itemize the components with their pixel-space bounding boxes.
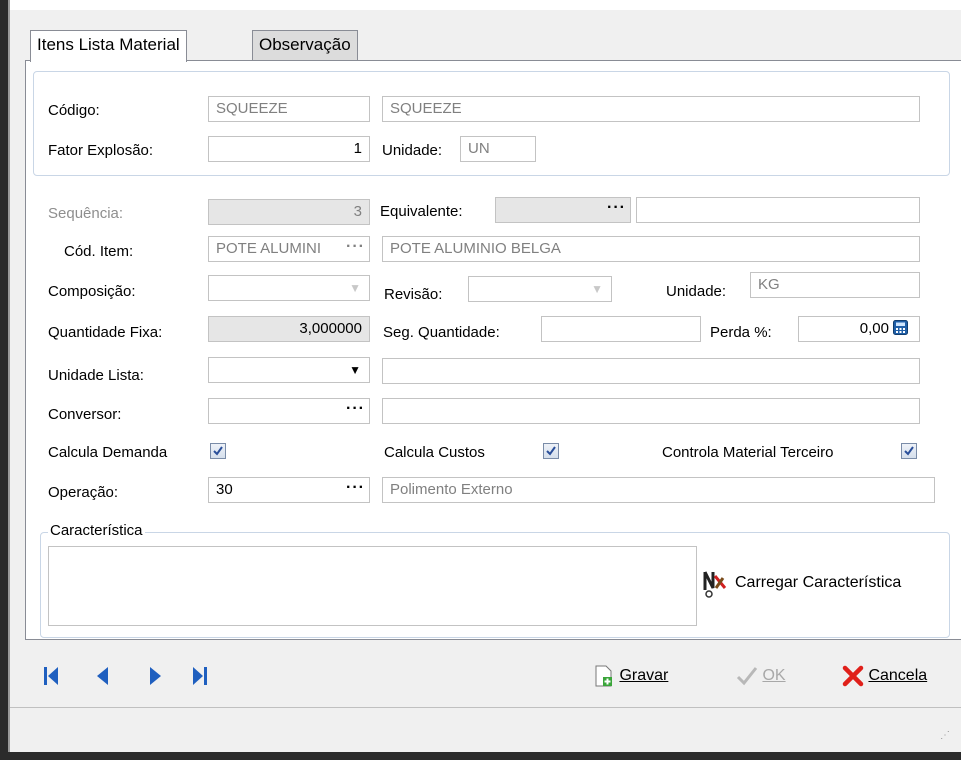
cod-item-lookup-button[interactable]: ··· [346,237,365,257]
codigo-field[interactable]: SQUEEZE [208,96,370,122]
chevron-down-icon: ▼ [349,363,361,377]
ok-button[interactable]: OK [736,663,786,689]
sequencia-label: Sequência: [48,205,124,222]
last-record-icon[interactable] [193,666,207,690]
perda-value: 0,00 [859,320,889,337]
window-top-strip [10,0,961,10]
chevron-down-icon: ▼ [349,281,361,295]
operacao-label: Operação: [48,484,119,501]
unidade-item-field[interactable]: KG [750,272,920,298]
equivalente-lookup-button[interactable]: ··· [607,198,626,218]
caracteristica-label: Característica [48,522,145,539]
equivalente-field[interactable]: ··· [495,197,631,223]
calcula-demanda-label: Calcula Demanda [48,444,168,461]
revisao-select[interactable]: ▼ [468,276,612,302]
cancela-label: Cancela [868,667,928,684]
close-icon [842,665,864,687]
caracteristica-textarea[interactable] [48,546,697,626]
resize-grip-icon[interactable]: ⋰ [940,730,950,741]
carregar-caracteristica-button[interactable]: Carregar Característica [735,574,901,592]
unidade-label: Unidade: [382,142,443,159]
conversor-label: Conversor: [48,406,122,423]
unidade-lista-label: Unidade Lista: [48,367,144,384]
calcula-custos-checkbox[interactable] [543,443,559,459]
previous-record-icon[interactable] [96,666,108,690]
revisao-label: Revisão: [384,286,443,303]
operacao-description-field[interactable]: Polimento Externo [382,477,935,503]
first-record-icon[interactable] [44,666,58,690]
conversor-description-field[interactable] [382,398,920,424]
chevron-down-icon: ▼ [591,282,603,296]
unidade-lista-select[interactable]: ▼ [208,357,370,383]
unidade-item-label: Unidade: [666,283,727,300]
conversor-lookup-button[interactable]: ··· [346,399,365,419]
gravar-label: Gravar [619,667,669,684]
cod-item-field[interactable]: POTE ALUMINI ··· [208,236,370,262]
controla-material-terceiro-label: Controla Material Terceiro [662,444,834,461]
status-bar [10,707,961,753]
cod-item-description-field[interactable]: POTE ALUMINIO BELGA [382,236,920,262]
equivalente-description-field[interactable] [636,197,920,223]
operacao-value: 30 [216,481,233,498]
cod-item-value: POTE ALUMINI [216,240,322,257]
save-icon [595,665,612,687]
quantidade-fixa-field[interactable]: 3,000000 [208,316,370,342]
tab-label: Itens Lista Material [37,35,180,54]
codigo-description-field[interactable]: SQUEEZE [382,96,920,122]
window-bottom-border [0,752,961,760]
seg-quantidade-label: Seg. Quantidade: [383,324,500,341]
cod-item-label: Cód. Item: [64,243,134,260]
tab-observacao[interactable]: Observação [252,30,358,61]
window-left-border [0,0,8,760]
tab-itens-lista-material[interactable]: Itens Lista Material [30,30,187,62]
calculator-icon[interactable] [893,320,908,335]
calcula-demanda-checkbox[interactable] [210,443,226,459]
unidade-lista-description-field[interactable] [382,358,920,384]
equivalente-label: Equivalente: [380,203,463,220]
tab-label: Observação [259,35,351,54]
conversor-field[interactable]: ··· [208,398,370,424]
sequencia-field: 3 [208,199,370,225]
seg-quantidade-field[interactable] [541,316,701,342]
ok-label: OK [762,667,786,684]
fator-explosao-label: Fator Explosão: [48,142,154,159]
fator-explosao-field[interactable]: 1 [208,136,370,162]
codigo-label: Código: [48,102,100,119]
checkmark-icon [736,666,758,686]
operacao-lookup-button[interactable]: ··· [346,478,365,498]
quantidade-fixa-label: Quantidade Fixa: [48,324,163,341]
composicao-label: Composição: [48,283,136,300]
composicao-select[interactable]: ▼ [208,275,370,301]
calcula-custos-label: Calcula Custos [384,444,485,461]
controla-material-terceiro-checkbox[interactable] [901,443,917,459]
load-characteristic-icon[interactable] [703,570,729,598]
cancela-button[interactable]: Cancela [842,663,927,689]
unidade-field[interactable]: UN [460,136,536,162]
gravar-button[interactable]: Gravar [595,663,668,689]
perda-label: Perda %: [710,324,772,341]
window-left-edge [8,0,10,760]
next-record-icon[interactable] [150,666,162,690]
operacao-field[interactable]: 30 ··· [208,477,370,503]
